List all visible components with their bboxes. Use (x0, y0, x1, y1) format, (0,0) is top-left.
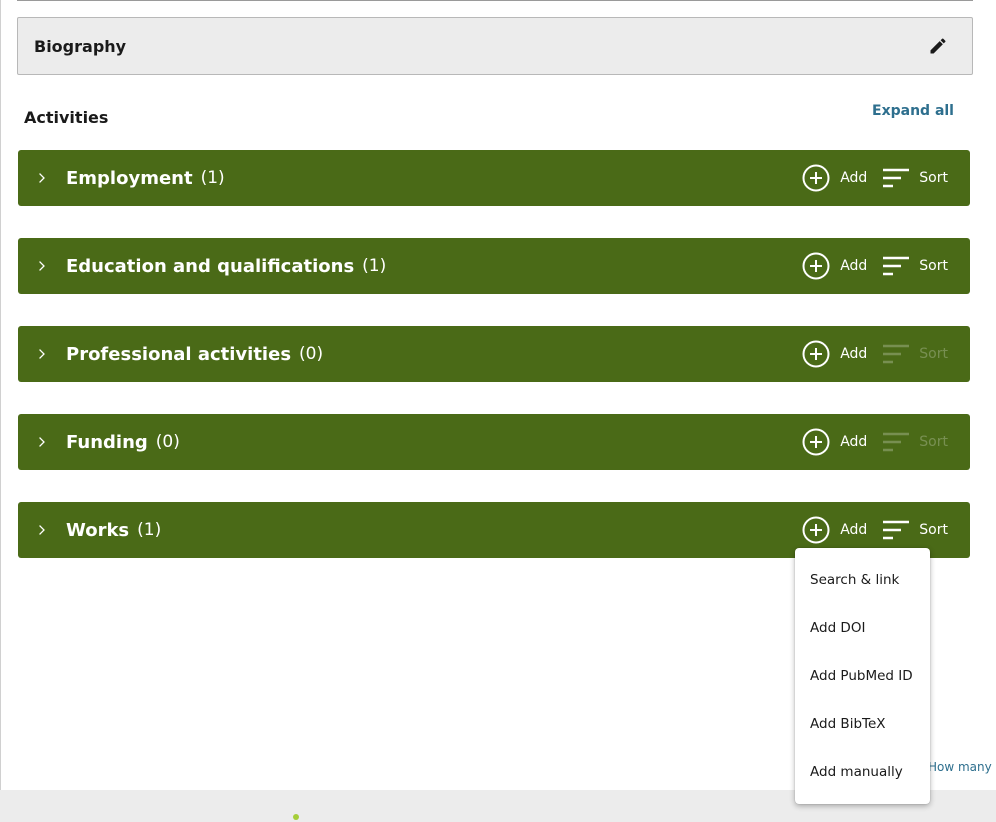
section-title: Education and qualifications (66, 255, 355, 277)
left-divider (0, 0, 1, 790)
add-button[interactable]: Add (802, 428, 867, 456)
section-actions: Add Sort (802, 164, 970, 192)
chevron-right-icon[interactable] (18, 259, 66, 273)
add-circle-icon (802, 516, 830, 544)
add-circle-icon (802, 428, 830, 456)
sort-icon (883, 520, 910, 540)
add-label: Add (840, 258, 868, 274)
add-button[interactable]: Add (802, 516, 867, 544)
expand-all-link[interactable]: Expand all (872, 103, 954, 119)
sort-label: Sort (919, 346, 948, 362)
add-label: Add (840, 346, 868, 362)
sort-button[interactable]: Sort (883, 168, 948, 188)
biography-panel[interactable]: Biography (17, 17, 973, 75)
chevron-right-icon[interactable] (18, 171, 66, 185)
menu-item-add-manually[interactable]: Add manually (795, 748, 930, 796)
page: Biography Activities Expand all Employme… (0, 0, 996, 822)
top-divider (17, 0, 973, 1)
sort-label: Sort (919, 434, 948, 450)
sort-icon (883, 344, 910, 364)
section-funding[interactable]: Funding (0) Add Sort (18, 414, 970, 470)
section-count: (0) (155, 432, 180, 452)
menu-item-add-bibtex[interactable]: Add BibTeX (795, 700, 930, 748)
sort-label: Sort (919, 170, 948, 186)
add-label: Add (840, 170, 868, 186)
footer-dot (293, 814, 299, 820)
chevron-right-icon[interactable] (18, 435, 66, 449)
add-label: Add (840, 522, 868, 538)
section-actions: Add Sort (802, 428, 970, 456)
section-title: Funding (66, 431, 148, 453)
add-label: Add (840, 434, 868, 450)
pencil-icon[interactable] (926, 34, 950, 58)
sort-button[interactable]: Sort (883, 256, 948, 276)
sort-icon (883, 432, 910, 452)
sort-button: Sort (883, 432, 948, 452)
add-circle-icon (802, 340, 830, 368)
add-circle-icon (802, 252, 830, 280)
sort-label: Sort (919, 258, 948, 274)
menu-item-add-pubmed-id[interactable]: Add PubMed ID (795, 652, 930, 700)
section-title: Employment (66, 167, 193, 189)
biography-title: Biography (34, 36, 127, 56)
section-count: (0) (299, 344, 324, 364)
add-circle-icon (802, 164, 830, 192)
chevron-right-icon[interactable] (18, 347, 66, 361)
section-actions: Add Sort (802, 340, 970, 368)
add-button[interactable]: Add (802, 252, 867, 280)
chevron-right-icon[interactable] (18, 523, 66, 537)
section-education[interactable]: Education and qualifications (1) Add Sor… (18, 238, 970, 294)
sort-label: Sort (919, 522, 948, 538)
section-professional-activities[interactable]: Professional activities (0) Add Sort (18, 326, 970, 382)
menu-item-search-link[interactable]: Search & link (795, 556, 930, 604)
add-button[interactable]: Add (802, 164, 867, 192)
activities-heading: Activities (24, 108, 109, 127)
sort-button: Sort (883, 344, 948, 364)
section-count: (1) (200, 168, 225, 188)
section-employment[interactable]: Employment (1) Add Sort (18, 150, 970, 206)
sort-icon (883, 256, 910, 276)
sort-icon (883, 168, 910, 188)
section-title: Professional activities (66, 343, 292, 365)
menu-item-add-doi[interactable]: Add DOI (795, 604, 930, 652)
section-actions: Add Sort (802, 516, 970, 544)
sort-button[interactable]: Sort (883, 520, 948, 540)
section-actions: Add Sort (802, 252, 970, 280)
how-many-link[interactable]: How many p (928, 760, 996, 774)
section-title: Works (66, 519, 130, 541)
section-count: (1) (362, 256, 387, 276)
add-button[interactable]: Add (802, 340, 867, 368)
section-count: (1) (137, 520, 162, 540)
works-add-menu: Search & link Add DOI Add PubMed ID Add … (795, 548, 930, 804)
